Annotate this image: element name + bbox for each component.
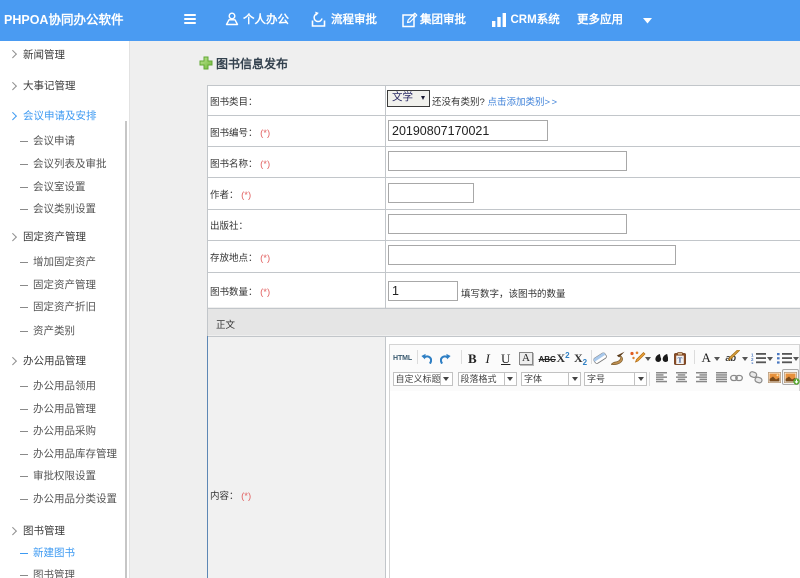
svg-text:T: T	[677, 356, 682, 364]
svg-text:3: 3	[751, 362, 754, 365]
